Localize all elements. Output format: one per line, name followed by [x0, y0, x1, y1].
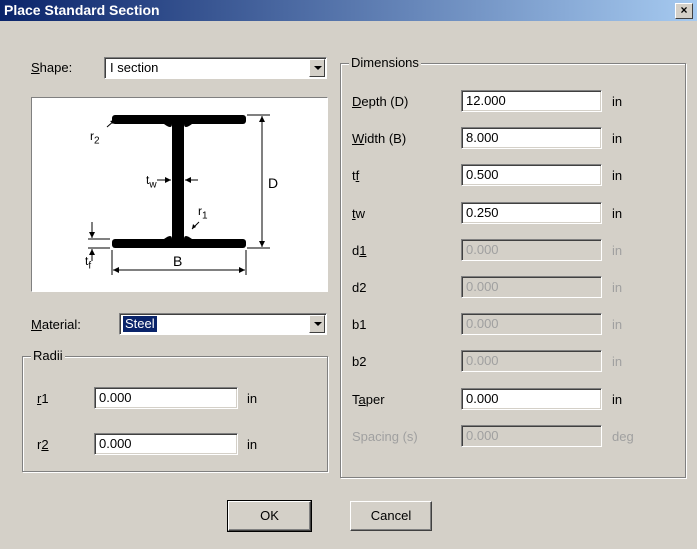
- dim-label-6: b1: [352, 317, 367, 333]
- section-diagram: r2 tw r1 D tf B: [31, 97, 328, 292]
- tf-sub: f: [88, 260, 92, 272]
- dim-unit-0: in: [612, 94, 623, 109]
- dim-unit-7: in: [612, 354, 623, 370]
- dim-label-0: Depth (D): [352, 94, 408, 109]
- chevron-down-icon[interactable]: [309, 315, 325, 333]
- r1-unit: in: [247, 391, 258, 406]
- material-label-rest: aterial:: [41, 317, 81, 332]
- tw-sub: w: [149, 179, 157, 191]
- dim-input-4: 0.000: [461, 238, 602, 261]
- dim-label-9: Spacing (s): [352, 428, 418, 444]
- dim-label-mnemonic: f: [355, 168, 360, 184]
- dim-label-mnemonic: a: [358, 391, 366, 407]
- dim-label-part: per: [365, 391, 385, 407]
- material-label: Material:: [31, 317, 81, 332]
- place-standard-section-dialog: Place Standard Section × Shape: I sectio…: [0, 0, 697, 549]
- dim-label-1: Width (B): [352, 131, 406, 146]
- web: [172, 120, 184, 243]
- r1-input[interactable]: 0.000: [94, 387, 238, 409]
- material-select[interactable]: Steel: [119, 313, 327, 335]
- shape-label: Shape:: [31, 60, 72, 75]
- dim-label-4: d1: [352, 243, 366, 258]
- dimensions-group: Dimensions: [340, 55, 686, 478]
- dim-label-mnemonic: 1: [359, 242, 367, 258]
- ok-button[interactable]: OK: [227, 500, 312, 532]
- cancel-button[interactable]: Cancel: [350, 501, 432, 531]
- tw-label: tw: [146, 173, 157, 190]
- dimensions-group-title: Dimensions: [349, 55, 421, 70]
- dim-input-2[interactable]: 0.500: [461, 164, 602, 187]
- dim-input-7: 0.000: [461, 350, 602, 373]
- chevron-down-icon[interactable]: [309, 59, 325, 77]
- shape-select[interactable]: I section: [104, 57, 327, 79]
- dim-unit-1: in: [612, 131, 623, 147]
- tf-label: tf: [85, 254, 91, 271]
- dim-unit-2: in: [612, 168, 623, 184]
- dialog-title: Place Standard Section: [4, 2, 160, 18]
- dim-unit-3: in: [612, 205, 623, 221]
- radii-group-title: Radii: [31, 348, 65, 363]
- dim-label-part: epth (D): [361, 94, 409, 109]
- dim-label-part: idth (B): [364, 131, 407, 147]
- material-label-mnemonic: M: [31, 317, 42, 332]
- dim-unit-6: in: [612, 317, 623, 333]
- dim-input-9: 0.000: [461, 424, 602, 447]
- close-button[interactable]: ×: [675, 3, 693, 19]
- dim-label-2: tf: [352, 168, 359, 183]
- fillet-top-left: [164, 124, 172, 127]
- depth-d-label: D: [268, 175, 279, 191]
- dim-label-7: b2: [352, 354, 367, 370]
- dim-label-5: d2: [352, 280, 367, 295]
- dim-input-0[interactable]: 12.000: [461, 90, 602, 112]
- dim-input-1[interactable]: 8.000: [461, 127, 602, 150]
- width-b-label: B: [173, 253, 183, 269]
- dim-label-3: tw: [352, 206, 365, 221]
- dim-label-part: w: [355, 205, 366, 221]
- fillet-bottom-right: [184, 236, 192, 239]
- r1-field-rest: 1: [41, 391, 49, 406]
- dim-label-8: Taper: [352, 392, 385, 407]
- r2-unit: in: [247, 437, 258, 452]
- dim-input-6: 0.000: [461, 313, 602, 336]
- dim-unit-5: in: [612, 280, 623, 295]
- dim-input-5: 0.000: [461, 276, 602, 298]
- material-select-value: Steel: [122, 315, 158, 333]
- dim-label-mnemonic: W: [352, 131, 365, 147]
- dim-unit-8: in: [612, 391, 623, 407]
- shape-label-rest: hape:: [39, 60, 73, 75]
- r2-field-label: r2: [37, 437, 49, 452]
- r2-sub: 2: [94, 135, 100, 147]
- r2-input[interactable]: 0.000: [94, 433, 238, 455]
- dim-label-mnemonic: D: [352, 94, 362, 109]
- r1-sub: 1: [202, 210, 208, 222]
- title-bar[interactable]: Place Standard Section ×: [0, 0, 697, 21]
- fillet-top-right: [184, 124, 192, 127]
- dim-input-3[interactable]: 0.250: [461, 201, 602, 224]
- dim-unit-9: deg: [612, 428, 634, 444]
- r2-field-mnemonic: 2: [41, 437, 49, 452]
- dim-unit-4: in: [612, 242, 623, 258]
- r2-label: r2: [90, 129, 100, 146]
- fillet-bottom-left: [164, 236, 172, 239]
- shape-label-mnemonic: S: [31, 60, 40, 75]
- r1-field-label: r1: [37, 391, 49, 406]
- dim-input-8[interactable]: 0.000: [461, 387, 602, 410]
- r1-label: r1: [198, 204, 208, 221]
- shape-select-value: I section: [110, 60, 159, 75]
